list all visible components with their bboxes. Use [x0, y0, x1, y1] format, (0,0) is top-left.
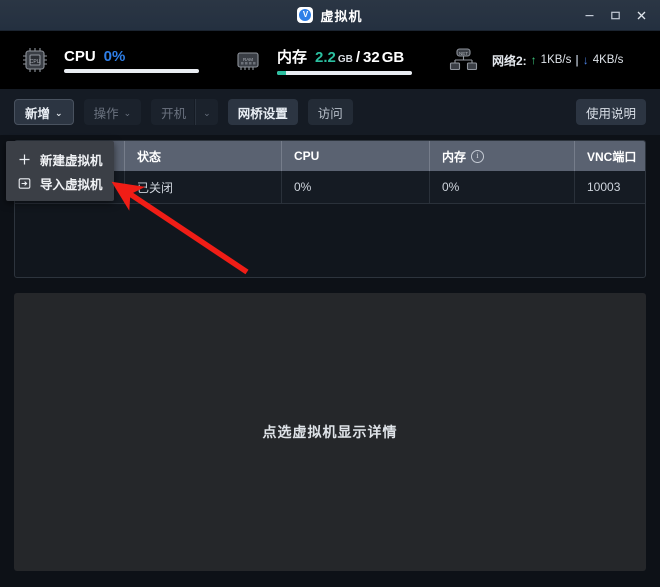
maximize-icon[interactable]	[602, 0, 628, 30]
cpu-usage-bar	[64, 68, 199, 73]
cell-vnc-port: 10003	[587, 180, 621, 194]
network-up-value: 1KB/s	[540, 54, 572, 66]
title-bar: V 虚拟机	[0, 0, 660, 31]
column-header-status[interactable]: 状态	[125, 141, 282, 171]
access-label: 访问	[317, 106, 343, 121]
shield-v-icon: V	[297, 7, 314, 23]
toolbar: 新增 ⌄ 操作 ⌄ 开机 ⌄ 网桥设置 访问 使用说明	[0, 89, 660, 135]
power-on-dropdown-button[interactable]: ⌄	[195, 99, 218, 125]
chevron-down-icon: ⌄	[123, 107, 132, 118]
chevron-down-icon: ⌄	[203, 107, 211, 118]
help-label: 使用说明	[585, 106, 636, 121]
bridge-settings-label: 网桥设置	[237, 106, 288, 121]
network-up-arrow-icon: ↑	[530, 53, 537, 67]
add-vm-dropdown-menu: 新建虚拟机 导入虚拟机	[6, 141, 114, 201]
menu-item-new-vm-label: 新建虚拟机	[40, 153, 103, 168]
memory-stat-body: 内存 2.2 GB / 32 GB	[277, 46, 412, 75]
vm-detail-panel: 点选虚拟机显示详情	[14, 293, 646, 571]
menu-item-import-vm-label: 导入虚拟机	[40, 177, 103, 192]
action-label: 操作	[93, 106, 119, 121]
action-button[interactable]: 操作 ⌄	[83, 99, 142, 125]
add-vm-label: 新增	[25, 106, 51, 121]
svg-text:CPU: CPU	[30, 59, 41, 65]
plus-icon	[18, 153, 31, 166]
memory-usage-bar	[277, 70, 412, 75]
cpu-value: 0%	[103, 47, 126, 65]
memory-total-unit: GB	[381, 48, 405, 66]
add-vm-button[interactable]: 新增 ⌄	[14, 99, 74, 125]
ram-chip-icon: RAM	[231, 45, 265, 75]
network-down-arrow-icon: ↓	[582, 53, 589, 67]
power-on-button[interactable]: 开机	[151, 99, 195, 125]
cell-memory: 0%	[430, 171, 575, 203]
network-down-value: 4KB/s	[592, 54, 624, 66]
cpu-stat: CPU CPU 0%	[18, 45, 231, 75]
memory-stat: RAM 内存 2.2 GB / 32 GB	[231, 45, 446, 75]
column-header-memory-label: 内存	[442, 149, 467, 164]
memory-total: 32	[363, 48, 380, 66]
memory-used: 2.2	[315, 48, 336, 66]
memory-separator: /	[355, 48, 361, 66]
close-icon[interactable]	[628, 0, 654, 30]
cpu-chip-icon: CPU	[18, 45, 52, 75]
info-circle-icon[interactable]: i	[471, 149, 485, 163]
minimize-icon[interactable]	[576, 0, 602, 30]
import-icon	[18, 177, 31, 190]
column-header-cpu[interactable]: CPU	[282, 141, 430, 171]
cell-status: 已关闭	[125, 171, 282, 203]
memory-label: 内存	[277, 48, 308, 66]
power-on-label: 开机	[161, 106, 187, 121]
cpu-label: CPU	[64, 47, 96, 65]
svg-text:RAM: RAM	[243, 57, 253, 62]
svg-text:NET: NET	[459, 51, 468, 56]
detail-empty-text: 点选虚拟机显示详情	[262, 424, 398, 440]
network-label: 网络2:	[492, 53, 527, 68]
menu-item-import-vm[interactable]: 导入虚拟机	[6, 171, 114, 195]
memory-used-unit: GB	[337, 53, 353, 65]
window-controls	[576, 0, 654, 30]
network-icon: NET	[446, 45, 480, 75]
column-header-vnc-port[interactable]: VNC端口	[575, 141, 645, 171]
network-divider: |	[575, 53, 579, 67]
bridge-settings-button[interactable]: 网桥设置	[227, 99, 298, 125]
title-group: V 虚拟机	[297, 6, 362, 25]
help-button[interactable]: 使用说明	[575, 99, 646, 125]
network-text: 网络2: ↑ 1KB/s | ↓ 4KB/s	[492, 52, 623, 69]
network-stat: NET 网络2: ↑ 1KB/s | ↓ 4KB/s	[446, 45, 623, 75]
chevron-down-icon: ⌄	[55, 107, 63, 118]
cpu-stat-body: CPU 0%	[64, 48, 199, 73]
window-title: 虚拟机	[320, 8, 363, 24]
menu-item-new-vm[interactable]: 新建虚拟机	[6, 147, 114, 171]
cell-cpu: 0%	[282, 171, 430, 203]
stats-bar: CPU CPU 0% RAM 内存 2.2 GB / 32 GB NET 网络2…	[0, 31, 660, 89]
access-button[interactable]: 访问	[307, 99, 353, 125]
column-header-memory[interactable]: 内存 i	[430, 141, 575, 171]
